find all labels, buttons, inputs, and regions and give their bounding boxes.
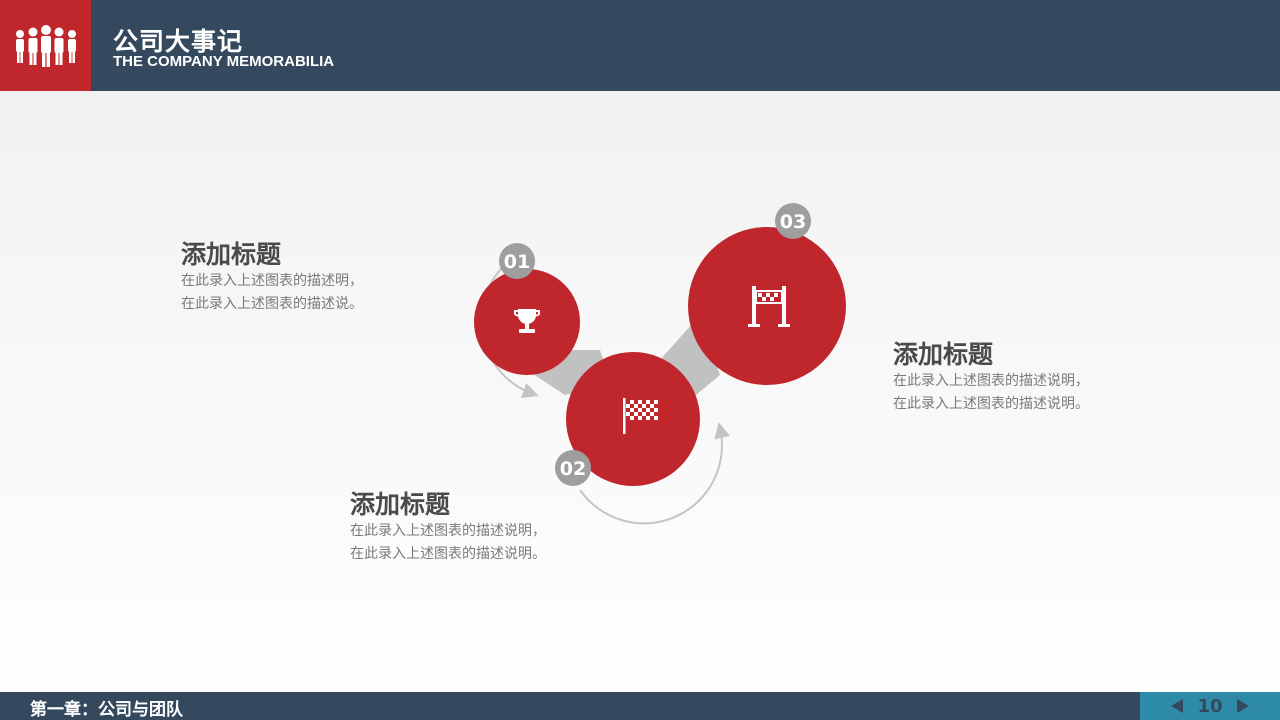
chapter-label: 第一章：公司与团队 bbox=[30, 700, 183, 720]
text-block-2: 添加标题 在此录入上述图表的描述说明， 在此录入上述图表的描述说明。 bbox=[893, 340, 1089, 416]
next-page-icon[interactable] bbox=[1236, 699, 1249, 713]
page-number: 10 bbox=[1197, 695, 1223, 717]
block-line: 在此录入上述图表的描述说明， bbox=[350, 523, 546, 539]
pager: 10 bbox=[1140, 692, 1280, 720]
block-line: 在此录入上述图表的描述说明。 bbox=[893, 396, 1089, 412]
block-title: 添加标题 bbox=[893, 340, 994, 369]
step-01-number: 01 bbox=[504, 251, 530, 273]
text-block-3: 添加标题 在此录入上述图表的描述说明， 在此录入上述图表的描述说明。 bbox=[350, 490, 546, 566]
block-line: 在此录入上述图表的描述说。 bbox=[181, 296, 363, 312]
footer-bar: 第一章：公司与团队 10 bbox=[0, 692, 1280, 720]
block-title: 添加标题 bbox=[181, 240, 282, 269]
step-03[interactable]: 03 bbox=[688, 203, 846, 385]
step-03-number: 03 bbox=[780, 211, 806, 233]
block-line: 在此录入上述图表的描述说明， bbox=[893, 373, 1089, 389]
block-line: 在此录入上述图表的描述明， bbox=[181, 273, 363, 289]
block-line: 在此录入上述图表的描述说明。 bbox=[350, 546, 546, 562]
prev-page-icon[interactable] bbox=[1171, 699, 1184, 713]
step-01[interactable]: 01 bbox=[474, 243, 580, 375]
text-block-1: 添加标题 在此录入上述图表的描述明， 在此录入上述图表的描述说。 bbox=[181, 240, 363, 316]
step-02-number: 02 bbox=[560, 458, 586, 480]
block-title: 添加标题 bbox=[350, 490, 451, 519]
